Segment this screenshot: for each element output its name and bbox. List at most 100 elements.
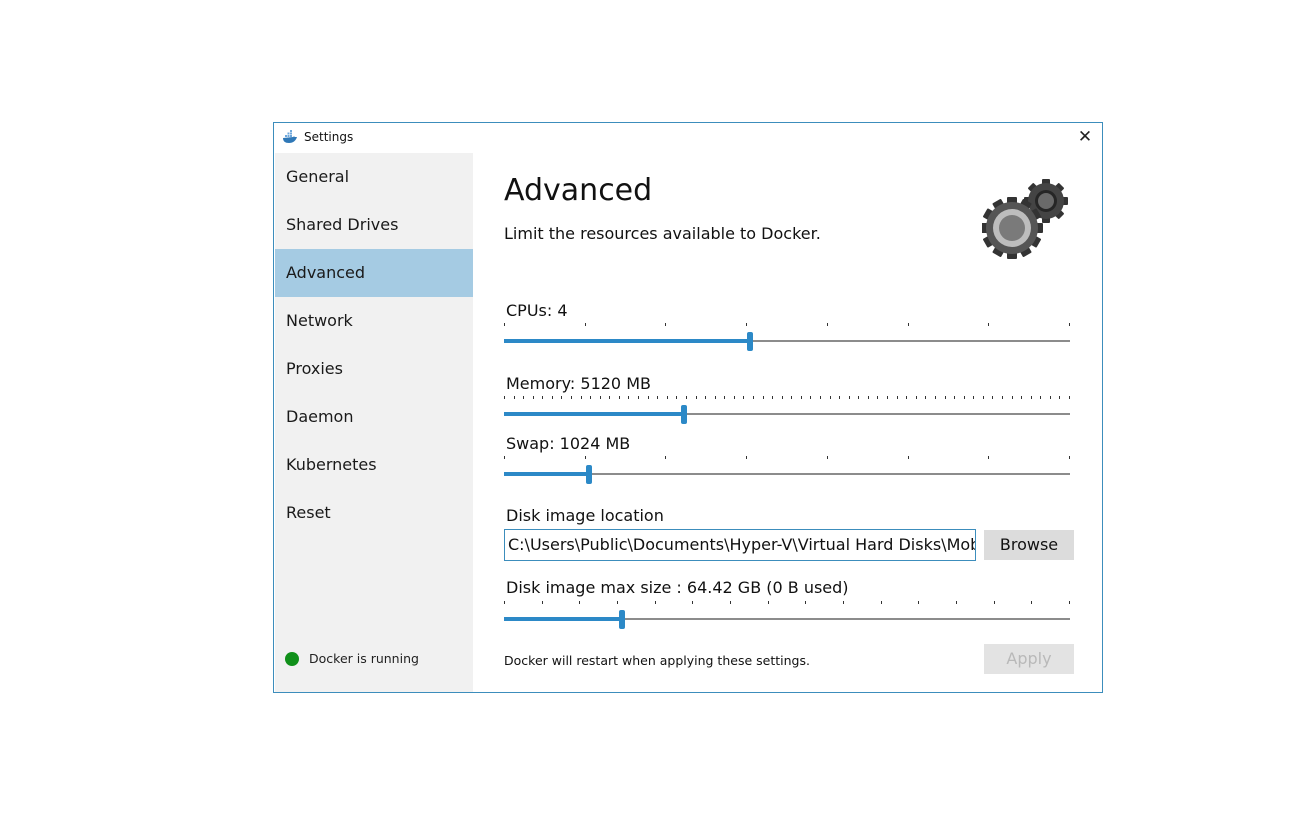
- slider-tick: [647, 396, 649, 399]
- slider-ticks: [504, 396, 1070, 401]
- cpus-slider[interactable]: [504, 323, 1070, 351]
- memory-slider[interactable]: [504, 396, 1070, 424]
- slider-tick: [561, 396, 563, 399]
- slider-ticks: [504, 323, 1070, 328]
- slider-tick: [580, 396, 582, 399]
- sidebar-item-general[interactable]: General: [275, 153, 473, 201]
- slider-tick: [993, 601, 995, 604]
- slider-tick: [1059, 396, 1061, 399]
- slider-tick: [746, 323, 748, 326]
- slider-tick: [1049, 396, 1051, 399]
- slider-thumb[interactable]: [681, 405, 687, 424]
- slider-tick: [925, 396, 927, 399]
- slider-tick: [714, 396, 716, 399]
- slider-tick: [956, 601, 957, 604]
- slider-thumb[interactable]: [586, 465, 592, 484]
- slider-tick: [571, 396, 573, 399]
- slider-thumb[interactable]: [747, 332, 753, 351]
- slider-ticks: [504, 601, 1070, 606]
- slider-tick: [746, 456, 748, 459]
- slider-tick: [724, 396, 726, 399]
- cpus-label: CPUs: 4: [506, 301, 568, 320]
- docker-whale-icon: [283, 130, 297, 143]
- settings-window: Settings ✕ General Shared Drives Advance…: [273, 122, 1103, 693]
- window-title: Settings: [304, 130, 354, 144]
- status-dot-icon: [285, 651, 299, 666]
- sidebar: General Shared Drives Advanced Network P…: [275, 153, 473, 692]
- slider-tick: [1001, 396, 1003, 399]
- close-icon[interactable]: ✕: [1074, 126, 1096, 148]
- slider-tick: [532, 396, 534, 399]
- swap-slider[interactable]: [504, 456, 1070, 484]
- slider-tick: [820, 396, 822, 399]
- browse-button[interactable]: Browse: [984, 530, 1074, 560]
- slider-tick: [944, 396, 946, 399]
- sidebar-item-proxies[interactable]: Proxies: [275, 345, 473, 393]
- slider-tick: [934, 396, 936, 399]
- page-title: Advanced: [504, 173, 653, 208]
- slider-tick: [887, 396, 889, 399]
- slider-thumb[interactable]: [619, 610, 625, 629]
- slider-tick: [599, 396, 601, 399]
- apply-button[interactable]: Apply: [984, 644, 1074, 674]
- slider-tick: [963, 396, 965, 399]
- slider-tick: [685, 396, 687, 399]
- restart-note: Docker will restart when applying these …: [504, 653, 810, 668]
- slider-tick: [617, 601, 618, 604]
- slider-tick: [657, 396, 659, 399]
- slider-tick: [733, 396, 735, 399]
- slider-tick: [954, 396, 956, 399]
- slider-tick: [858, 396, 860, 399]
- sidebar-item-kubernetes[interactable]: Kubernetes: [275, 441, 473, 489]
- memory-label: Memory: 5120 MB: [506, 374, 651, 393]
- slider-tick: [915, 396, 917, 399]
- slider-tick: [730, 601, 731, 604]
- slider-tick: [504, 456, 505, 459]
- disk-size-slider[interactable]: [504, 601, 1070, 629]
- slider-tick: [743, 396, 745, 399]
- slider-tick: [609, 396, 611, 399]
- slider-tick: [504, 323, 505, 326]
- slider-tick: [805, 601, 807, 604]
- sidebar-item-network[interactable]: Network: [275, 297, 473, 345]
- slider-tick: [1030, 396, 1032, 399]
- slider-tick: [906, 396, 908, 399]
- slider-tick: [665, 323, 667, 326]
- slider-tick: [1031, 601, 1033, 604]
- slider-tick: [590, 396, 592, 399]
- slider-tick: [654, 601, 656, 604]
- slider-tick: [504, 396, 505, 399]
- slider-tick: [1069, 601, 1070, 604]
- slider-tick: [982, 396, 984, 399]
- slider-tick: [584, 323, 586, 326]
- disk-location-label: Disk image location: [506, 506, 664, 525]
- disk-location-input[interactable]: C:\Users\Public\Documents\Hyper-V\Virtua…: [504, 529, 976, 561]
- slider-fill: [504, 412, 684, 416]
- slider-tick: [523, 396, 525, 399]
- slider-tick: [1011, 396, 1013, 399]
- slider-tick: [1069, 456, 1070, 459]
- page-subtitle: Limit the resources available to Docker.: [504, 224, 821, 243]
- slider-tick: [839, 396, 841, 399]
- slider-tick: [692, 601, 694, 604]
- disk-size-label: Disk image max size : 64.42 GB (0 B used…: [506, 578, 849, 597]
- main-panel: Advanced Limit the resources available t…: [474, 153, 1102, 692]
- slider-tick: [541, 601, 543, 604]
- sidebar-item-advanced[interactable]: Advanced: [275, 249, 473, 297]
- slider-tick: [584, 456, 586, 459]
- slider-tick: [826, 323, 828, 326]
- slider-tick: [665, 456, 667, 459]
- slider-tick: [618, 396, 620, 399]
- slider-tick: [513, 396, 515, 399]
- sidebar-item-daemon[interactable]: Daemon: [275, 393, 473, 441]
- slider-tick: [829, 396, 831, 399]
- slider-fill: [504, 339, 750, 343]
- slider-tick: [1040, 396, 1042, 399]
- sidebar-item-reset[interactable]: Reset: [275, 489, 473, 537]
- slider-tick: [877, 396, 879, 399]
- sidebar-item-shared-drives[interactable]: Shared Drives: [275, 201, 473, 249]
- slider-tick: [992, 396, 994, 399]
- slider-tick: [1069, 396, 1070, 399]
- slider-tick: [676, 396, 678, 399]
- slider-tick: [843, 601, 844, 604]
